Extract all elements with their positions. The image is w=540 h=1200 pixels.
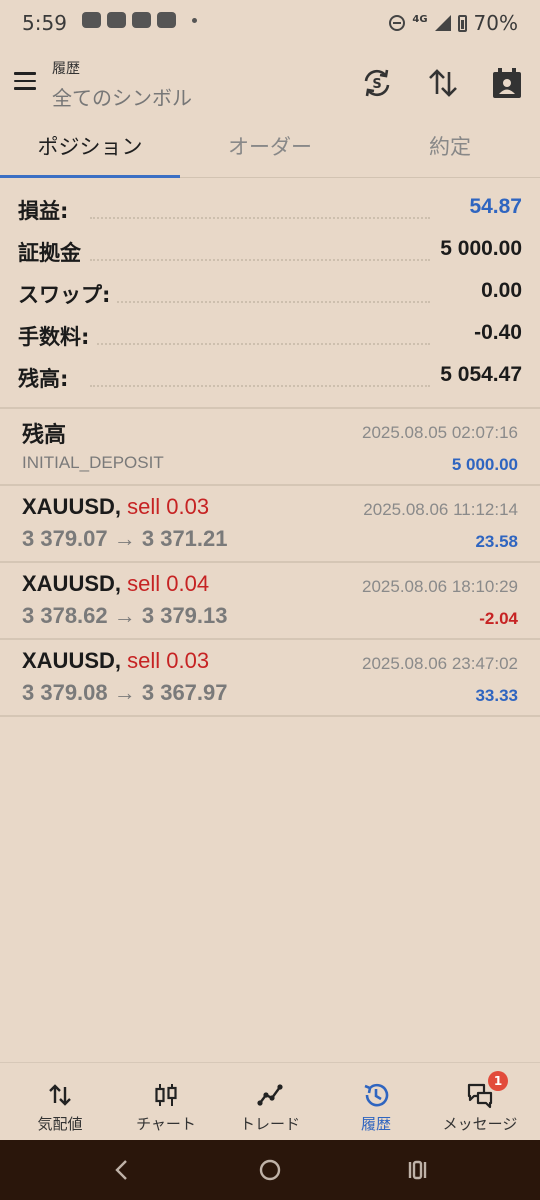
summary-label: 損益: (18, 195, 75, 225)
bottom-navigation: 気配値 チャート トレード 履歴 1 メッセージ (0, 1062, 540, 1140)
deal-symbol: XAUUSD, (22, 494, 122, 519)
nav-label: チャート (136, 1115, 196, 1133)
status-bar: 5:59 4G 70% (0, 0, 540, 50)
deal-profit: -2.04 (479, 609, 518, 628)
hamburger-menu-icon[interactable] (14, 72, 36, 90)
deal-side: sell 0.03 (127, 648, 210, 673)
candlestick-icon (155, 1084, 177, 1106)
deal-symbol: XAUUSD, (22, 571, 122, 596)
deal-row[interactable]: XAUUSD, sell 0.03 3 379.07 → 3 371.21 20… (0, 486, 540, 563)
deal-prices: 3 379.08 → 3 367.97 (22, 680, 228, 705)
status-indicators: 4G 70% (389, 11, 518, 35)
dotted-leader (90, 385, 430, 387)
history-tabs: ポジション オーダー 約定 (0, 122, 540, 178)
more-notifications-dot-icon (192, 17, 197, 23)
summary-row-margin: 証拠金 5 000.00 (0, 232, 540, 274)
symbol-filter[interactable]: 全てのシンボル (52, 82, 192, 111)
summary-label: スワップ: (18, 279, 117, 309)
youtube-icon (132, 12, 151, 28)
deal-side: sell 0.03 (127, 494, 210, 519)
summary-value: 54.87 (463, 195, 522, 219)
do-not-disturb-icon (389, 15, 406, 31)
dotted-leader (90, 343, 430, 345)
summary-row-swap: スワップ: 0.00 (0, 274, 540, 316)
dotted-leader (90, 217, 430, 219)
line-app-icon (82, 12, 101, 28)
tab-positions[interactable]: ポジション (0, 122, 180, 178)
deposit-time: 2025.08.05 02:07:16 (362, 423, 518, 442)
deal-time: 2025.08.06 23:47:02 (362, 654, 518, 673)
deposit-amount: 5 000.00 (451, 455, 518, 474)
nav-label: メッセージ (442, 1115, 518, 1133)
deal-prices: 3 378.62 → 3 379.13 (22, 603, 228, 628)
unread-badge: 1 (488, 1071, 508, 1091)
summary-row-balance: 残高: 5 054.47 (0, 358, 540, 400)
summary-label: 手数料: (18, 321, 96, 351)
battery-icon (457, 14, 467, 32)
history-clock-icon (364, 1083, 389, 1107)
summary-row-profit: 損益: 54.87 (0, 190, 540, 232)
nav-history[interactable]: 履歴 (322, 1063, 430, 1141)
signal-icon (434, 15, 451, 31)
deal-time: 2025.08.06 18:10:29 (362, 577, 518, 596)
summary-label: 証拠金 (18, 237, 87, 267)
nav-label: 履歴 (360, 1115, 391, 1133)
recent-apps-icon[interactable] (404, 1156, 432, 1184)
sort-icon[interactable] (426, 66, 460, 100)
app-notification-icon (107, 12, 126, 28)
back-icon[interactable] (108, 1156, 136, 1184)
deposit-type: INITIAL_DEPOSIT (22, 453, 164, 472)
nav-messages[interactable]: 1 メッセージ (426, 1063, 534, 1141)
deal-row[interactable]: XAUUSD, sell 0.04 3 378.62 → 3 379.13 20… (0, 563, 540, 640)
home-icon[interactable] (256, 1156, 284, 1184)
deal-symbol: XAUUSD, (22, 648, 122, 673)
summary-row-commission: 手数料: -0.40 (0, 316, 540, 358)
youtube-icon (157, 12, 176, 28)
deal-profit: 33.33 (475, 686, 518, 705)
svg-text:S: S (372, 77, 381, 92)
tab-deals[interactable]: 約定 (360, 122, 540, 178)
summary-value: 5 054.47 (434, 363, 522, 387)
app-bar: 履歴 全てのシンボル S (0, 52, 540, 114)
nav-trade[interactable]: トレード (216, 1063, 324, 1141)
nav-label: トレード (239, 1115, 300, 1133)
status-time: 5:59 (22, 11, 67, 35)
deal-symbol-line: XAUUSD, sell 0.03 (22, 494, 209, 520)
app-bar-subtitle: 履歴 (52, 61, 80, 77)
deposit-row[interactable]: 残高 INITIAL_DEPOSIT 2025.08.05 02:07:16 5… (0, 409, 540, 486)
dotted-leader (90, 301, 430, 303)
deal-prices: 3 379.07 → 3 371.21 (22, 526, 228, 551)
tab-orders[interactable]: オーダー (180, 122, 360, 178)
nav-label: 気配値 (37, 1115, 83, 1133)
dotted-leader (90, 259, 430, 261)
deposit-title: 残高 (22, 422, 67, 447)
trade-line-icon (257, 1084, 283, 1106)
quotes-arrows-icon (49, 1084, 71, 1106)
sync-currency-icon[interactable]: S (360, 66, 394, 100)
network-type: 4G (412, 13, 428, 25)
nav-quotes[interactable]: 気配値 (6, 1063, 114, 1141)
notification-icons (82, 12, 197, 28)
nav-chart[interactable]: チャート (112, 1063, 220, 1141)
summary-value: 0.00 (475, 279, 522, 303)
battery-percent: 70% (473, 11, 518, 35)
account-summary: 損益: 54.87 証拠金 5 000.00 スワップ: 0.00 手数料: -… (0, 190, 540, 400)
calendar-contact-icon[interactable] (490, 66, 524, 100)
app-screen: 5:59 4G 70% 履歴 全てのシンボル S ポジション オーダー 約定 損… (0, 0, 540, 1200)
deal-profit: 23.58 (475, 532, 518, 551)
summary-value: 5 000.00 (434, 237, 522, 261)
summary-value: -0.40 (468, 321, 522, 345)
deal-symbol-line: XAUUSD, sell 0.04 (22, 571, 209, 597)
deal-symbol-line: XAUUSD, sell 0.03 (22, 648, 209, 674)
deal-time: 2025.08.06 11:12:14 (363, 500, 518, 519)
deal-row[interactable]: XAUUSD, sell 0.03 3 379.08 → 3 367.97 20… (0, 640, 540, 717)
system-navigation-bar (0, 1140, 540, 1200)
summary-label: 残高: (18, 363, 75, 393)
active-tab-indicator (0, 175, 180, 178)
deal-side: sell 0.04 (127, 571, 210, 596)
